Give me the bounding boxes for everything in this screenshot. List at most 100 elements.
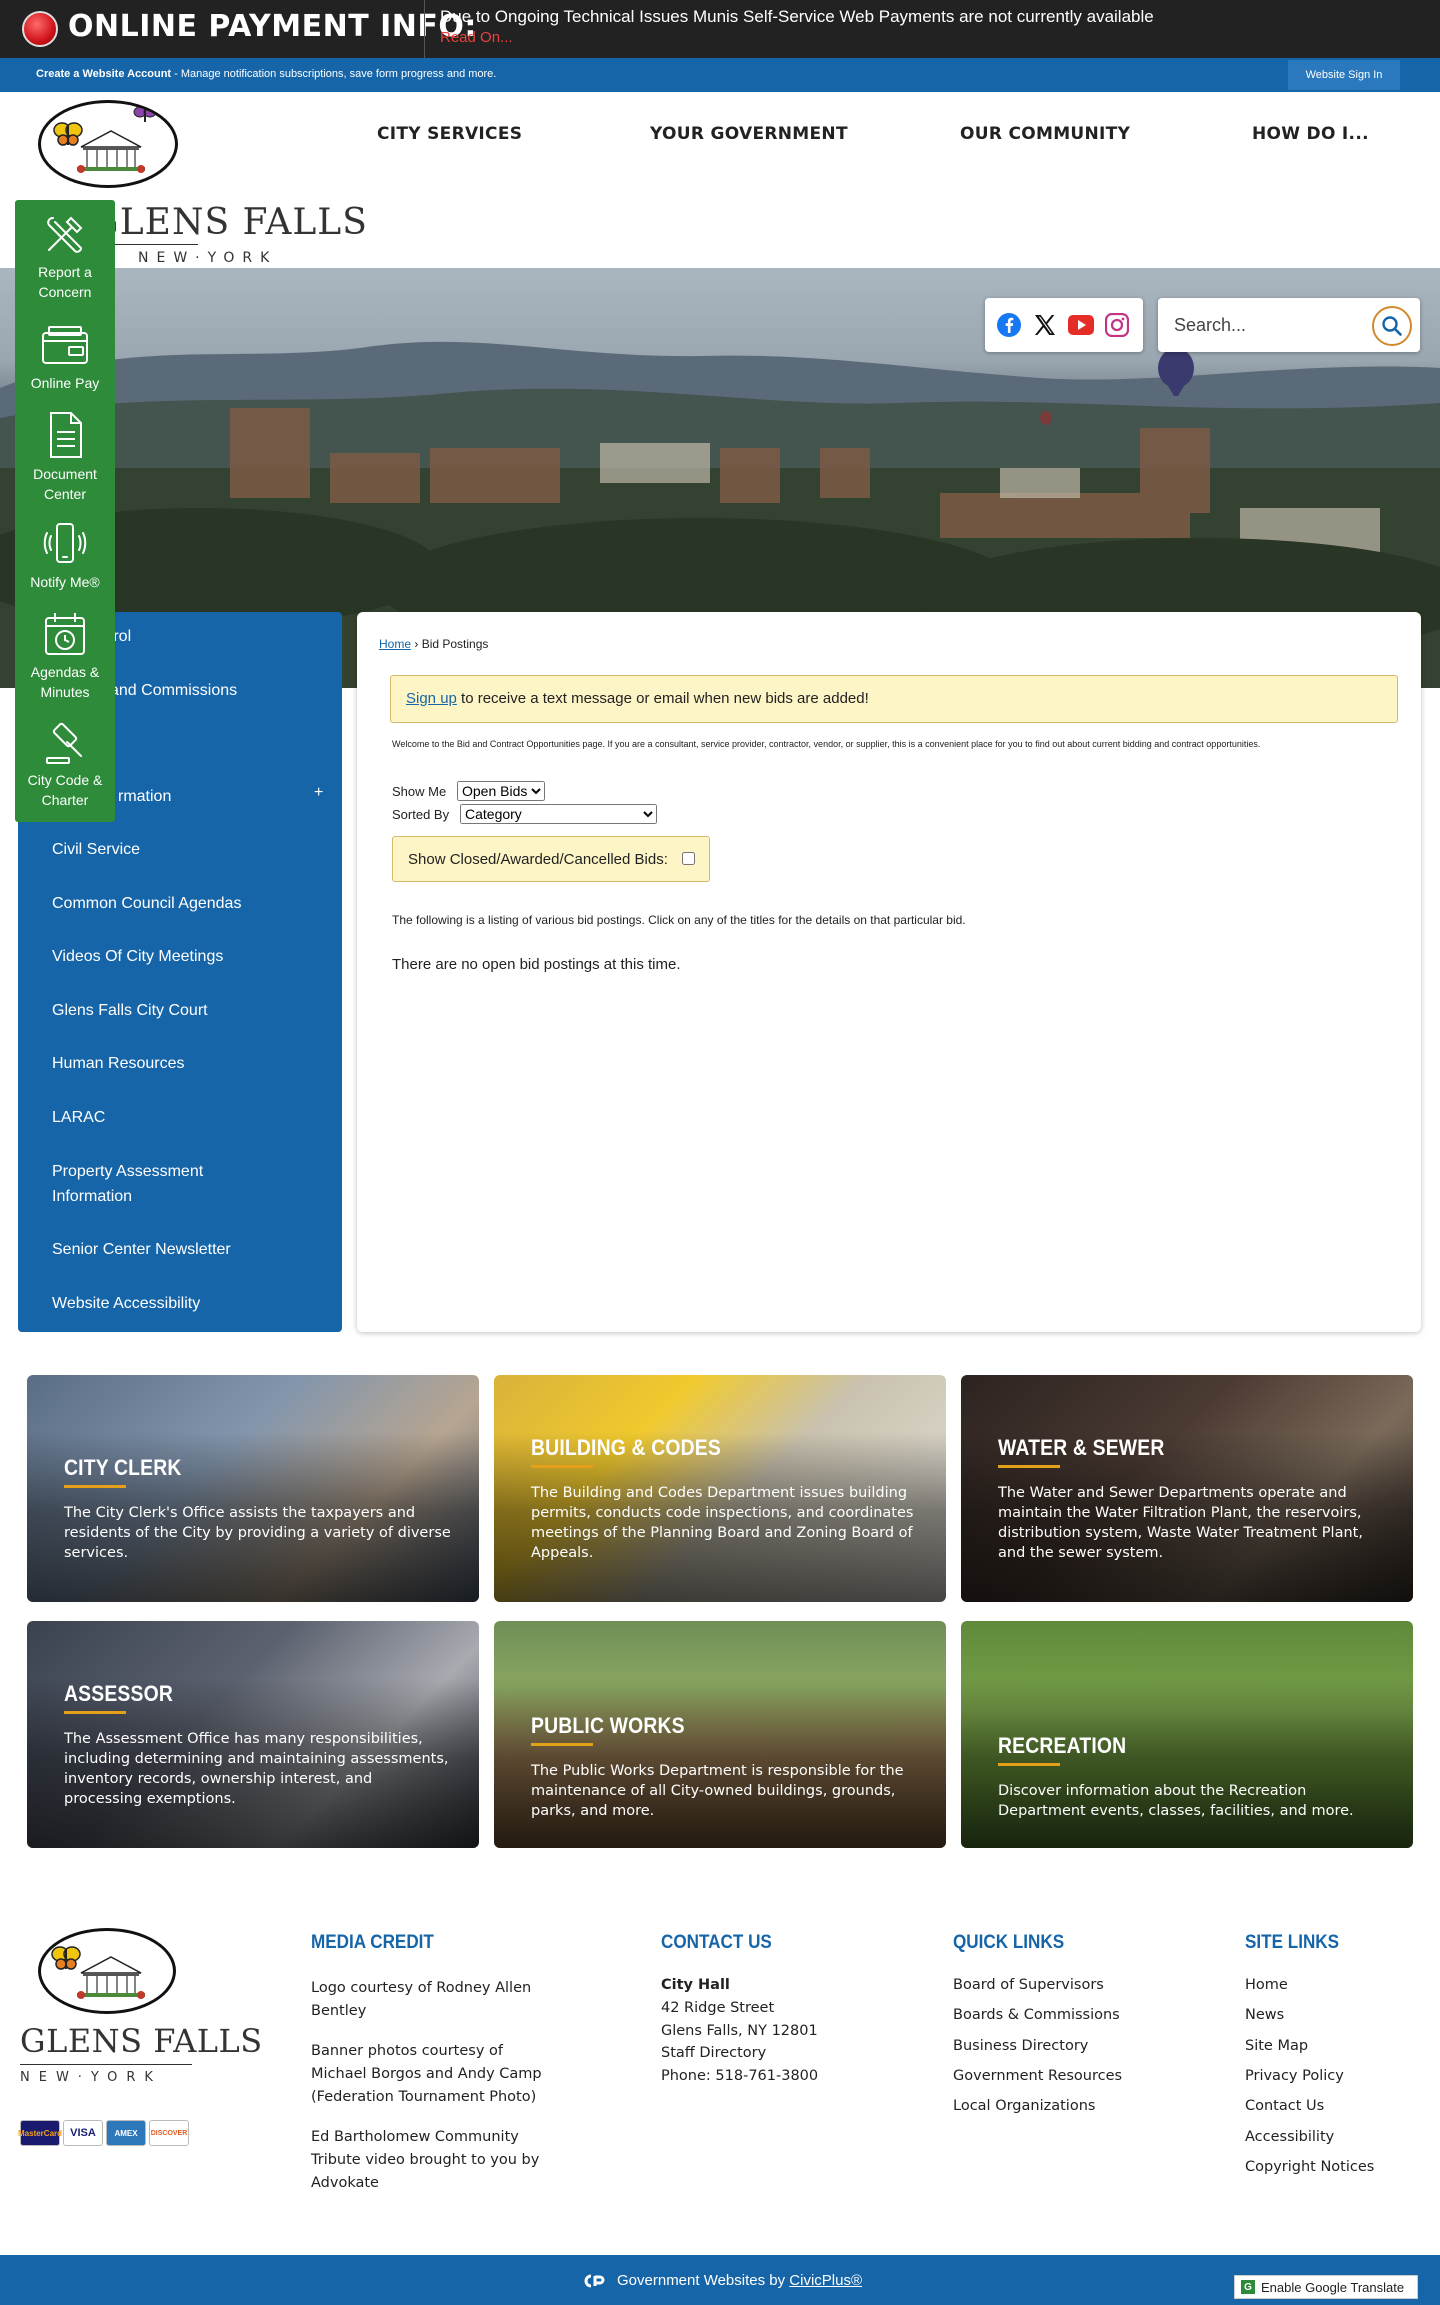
quicklink-notify-me[interactable]: Notify Me® (15, 520, 115, 592)
civicplus-text: Government Websites by (617, 2272, 790, 2289)
youtube-icon[interactable] (1068, 315, 1094, 335)
footer-quick-links-heading: QUICK LINKS (953, 1932, 1065, 1953)
logo-wordmark: GLENS FALLS (90, 202, 368, 243)
quicklink-label: Online Pay (30, 375, 100, 391)
site-header: GLENS FALLS NEW·YORK CITY SERVICES YOUR … (0, 92, 1440, 268)
card-accent (998, 1763, 1060, 1766)
sorted-by-select[interactable]: Category (460, 804, 657, 824)
footer-link-accessibility[interactable]: Accessibility (1245, 2129, 1334, 2145)
sidebar-item-property-assessment[interactable]: Property Assessment Information (52, 1159, 203, 1209)
create-account-desc: - Manage notification subscriptions, sav… (171, 68, 497, 80)
show-closed-checkbox[interactable] (682, 852, 695, 865)
breadcrumb-separator: › (411, 637, 422, 651)
google-translate-button[interactable]: G Enable Google Translate (1234, 2275, 1418, 2299)
create-account-link[interactable]: Create a Website Account (36, 68, 171, 80)
footer-link-privacy-policy[interactable]: Privacy Policy (1245, 2068, 1344, 2084)
civicplus-link[interactable]: CivicPlus® (789, 2272, 862, 2289)
quicklink-label: Agendas & Minutes (30, 664, 100, 700)
card-building-codes[interactable]: BUILDING & CODES The Building and Codes … (494, 1375, 946, 1602)
gavel-icon (46, 722, 82, 764)
card-description: The Assessment Office has many responsib… (64, 1731, 449, 1807)
card-description: Discover information about the Recreatio… (998, 1783, 1354, 1819)
nav-your-government[interactable]: YOUR GOVERNMENT (650, 124, 848, 144)
card-water-sewer[interactable]: WATER & SEWER The Water and Sewer Depart… (961, 1375, 1413, 1602)
mastercard-icon: MasterCard (18, 2120, 62, 2146)
contact-phone: Phone: 518-761-3800 (661, 2068, 819, 2084)
card-description: The City Clerk's Office assists the taxp… (64, 1505, 451, 1561)
nav-how-do-i[interactable]: HOW DO I... (1252, 124, 1369, 144)
footer-link-copyright[interactable]: Copyright Notices (1245, 2159, 1374, 2175)
account-bar: Create a Website Account - Manage notifi… (0, 58, 1440, 92)
footer-link-boards-commissions[interactable]: Boards & Commissions (953, 2007, 1120, 2023)
card-recreation[interactable]: RECREATION Discover information about th… (961, 1621, 1413, 1848)
civicplus-logo-icon (584, 2274, 605, 2288)
search-box (1158, 298, 1420, 352)
card-accent (64, 1485, 126, 1488)
sidebar-item-boards-commissions[interactable]: and Commissions (110, 678, 237, 703)
quicklink-online-pay[interactable]: Online Pay (15, 325, 115, 393)
footer-link-business-directory[interactable]: Business Directory (953, 2038, 1088, 2054)
sidebar-item-label: Property Assessment (52, 1163, 204, 1180)
instagram-icon[interactable] (1105, 313, 1129, 337)
amex-icon: AMEX (106, 2120, 146, 2146)
search-button[interactable] (1372, 306, 1412, 346)
show-me-label: Show Me (392, 784, 447, 799)
sidebar-item-senior-newsletter[interactable]: Senior Center Newsletter (52, 1237, 231, 1262)
card-accent (531, 1465, 593, 1468)
contact-name: City Hall (661, 1977, 730, 1993)
no-bids-message: There are no open bid postings at this t… (392, 956, 681, 973)
footer-logo-emblem[interactable] (38, 1928, 176, 2014)
contact-staff-directory-link[interactable]: Staff Directory (661, 2045, 766, 2061)
nav-our-community[interactable]: OUR COMMUNITY (960, 124, 1130, 144)
card-public-works[interactable]: PUBLIC WORKS The Public Works Department… (494, 1621, 946, 1848)
google-translate-label: Enable Google Translate (1261, 2279, 1405, 2295)
x-icon[interactable] (1033, 313, 1057, 337)
card-title: BUILDING & CODES (531, 1435, 721, 1460)
breadcrumb-home-link[interactable]: Home (379, 637, 411, 651)
website-sign-in-button[interactable]: Website Sign In (1288, 60, 1400, 90)
footer-link-board-supervisors[interactable]: Board of Supervisors (953, 1977, 1104, 1993)
sidebar-item-civil-service[interactable]: Civil Service (52, 837, 140, 862)
butterfly-icon (51, 1946, 81, 1970)
card-assessor[interactable]: ASSESSOR The Assessment Office has many … (27, 1621, 479, 1848)
footer-link-site-map[interactable]: Site Map (1245, 2038, 1308, 2054)
quicklink-agendas-minutes[interactable]: Agendas & Minutes (15, 610, 115, 702)
quicklink-label: Report a Concern (38, 264, 92, 300)
footer-link-local-organizations[interactable]: Local Organizations (953, 2098, 1095, 2114)
footer-media-credit-heading: MEDIA CREDIT (311, 1932, 434, 1953)
footer-link-home[interactable]: Home (1245, 1977, 1288, 1993)
sidebar-item-accessibility[interactable]: Website Accessibility (52, 1291, 200, 1316)
sidebar-item-city-court[interactable]: Glens Falls City Court (52, 998, 208, 1023)
alert-read-on-link[interactable]: Read On... (440, 29, 513, 46)
phone-notify-icon (43, 523, 87, 563)
quicklink-city-code-charter[interactable]: City Code & Charter (15, 720, 115, 810)
facebook-icon[interactable] (997, 313, 1021, 337)
breadcrumb: Home › Bid Postings (379, 637, 488, 651)
card-city-clerk[interactable]: CITY CLERK The City Clerk's Office assis… (27, 1375, 479, 1602)
alert-bar: ONLINE PAYMENT INFO: Due to Ongoing Tech… (0, 0, 1440, 58)
sidebar-item-budget-information[interactable]: rmation (118, 784, 171, 809)
sidebar-expand-icon[interactable]: + (314, 784, 323, 802)
show-me-select[interactable]: Open Bids (457, 781, 545, 801)
footer-site-links-heading: SITE LINKS (1245, 1932, 1340, 1953)
nav-city-services[interactable]: CITY SERVICES (377, 124, 522, 144)
card-description: The Water and Sewer Departments operate … (998, 1485, 1363, 1561)
footer-logo-subtitle: NEW·YORK (20, 2070, 162, 2085)
quicklink-label: City Code & Charter (27, 772, 103, 808)
calendar-clock-icon (45, 613, 85, 655)
sidebar-item-larac[interactable]: LARAC (52, 1105, 105, 1130)
sidebar-item-council-agendas[interactable]: Common Council Agendas (52, 891, 241, 916)
footer-link-news[interactable]: News (1245, 2007, 1284, 2023)
wallet-icon (42, 326, 88, 364)
footer-link-contact-us[interactable]: Contact Us (1245, 2098, 1324, 2114)
search-input[interactable] (1166, 308, 1366, 342)
civicplus-credit: Government Websites by CivicPlus® (617, 2272, 862, 2289)
footer-link-government-resources[interactable]: Government Resources (953, 2068, 1122, 2084)
welcome-text: Welcome to the Bid and Contract Opportun… (392, 739, 1261, 749)
quicklink-report-concern[interactable]: Report a Concern (15, 210, 115, 302)
quicklink-document-center[interactable]: Document Center (15, 410, 115, 504)
sidebar-item-human-resources[interactable]: Human Resources (52, 1051, 185, 1076)
signup-link[interactable]: Sign up (406, 690, 457, 707)
sidebar-item-videos[interactable]: Videos Of City Meetings (52, 944, 223, 969)
alert-divider (424, 0, 425, 58)
